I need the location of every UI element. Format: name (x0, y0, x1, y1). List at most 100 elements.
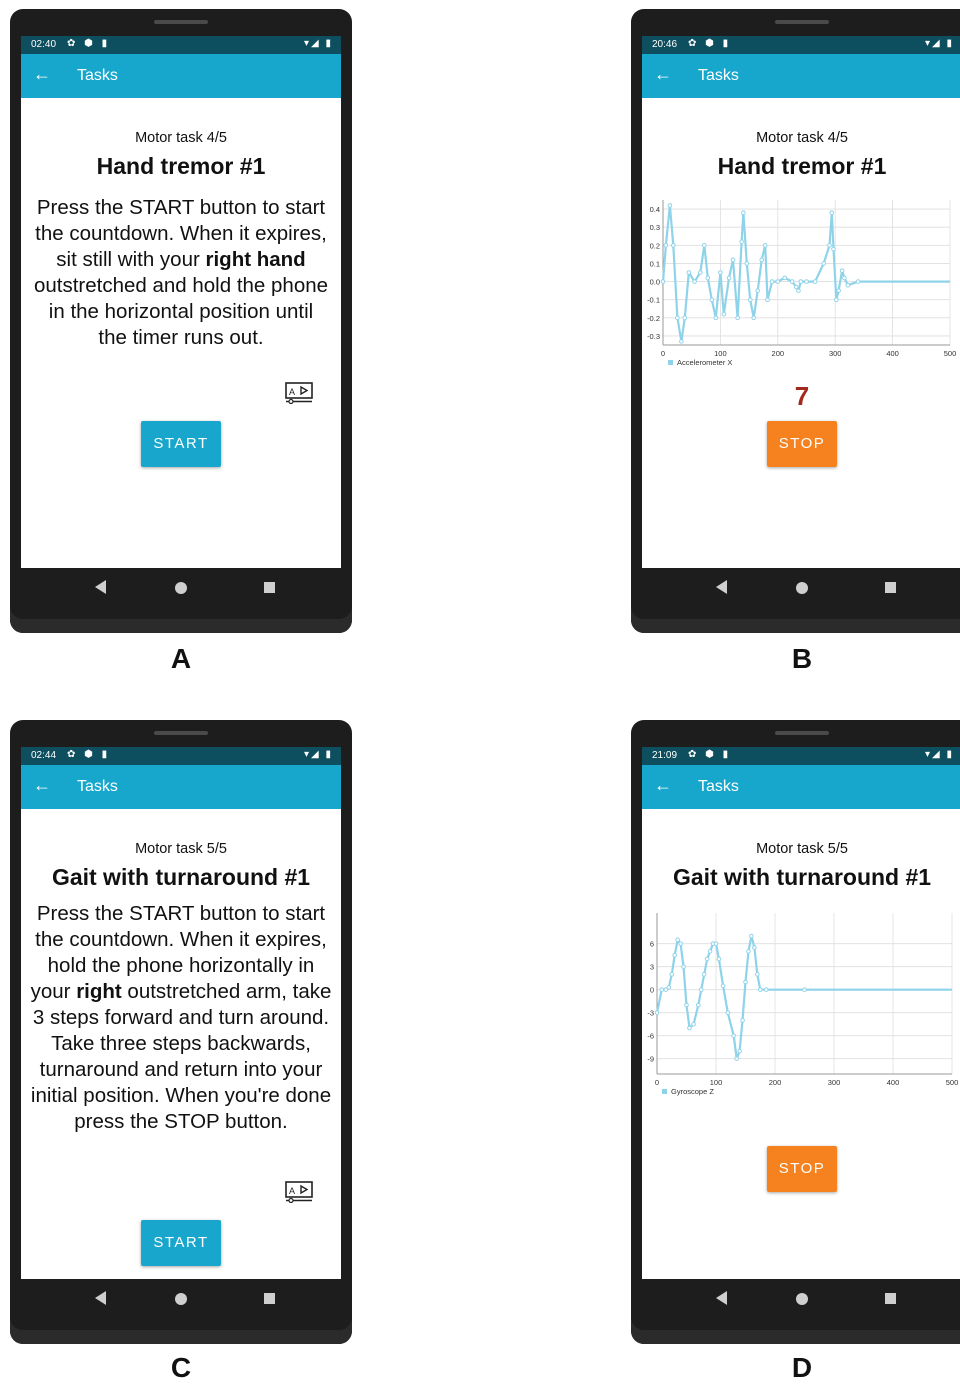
panel-b: 20:46 ✿ ⬢ ▮ ▾◢ ▮ ← Tasks Motor task 4/5 … (631, 9, 960, 689)
y-tick-label: -9 (647, 1055, 654, 1064)
data-point (751, 315, 756, 321)
app-title: Tasks (77, 778, 118, 795)
legend-label: Gyroscope Z (671, 1087, 714, 1096)
speaker-grille (154, 731, 208, 735)
x-tick-label: 400 (886, 349, 899, 358)
data-point (666, 985, 672, 990)
data-point (734, 1056, 739, 1061)
video-tutorial-icon[interactable]: A (285, 1181, 313, 1203)
arrow-left-icon[interactable]: ← (33, 64, 51, 85)
data-point (675, 315, 680, 321)
app-bar: ← Tasks (21, 765, 341, 809)
y-tick-label: 0 (650, 986, 654, 995)
status-bar: 20:46 ✿ ⬢ ▮ ▾◢ ▮ (642, 36, 960, 54)
y-tick-label: 0.1 (650, 259, 660, 268)
series-line (655, 934, 952, 1060)
data-point (821, 261, 827, 266)
data-point (755, 972, 760, 977)
data-point (691, 1021, 696, 1027)
phone-frame: 20:46 ✿ ⬢ ▮ ▾◢ ▮ ← Tasks Motor task 4/5 … (631, 9, 960, 633)
data-point (793, 284, 799, 290)
data-point (696, 1002, 701, 1008)
status-bar: 02:40 ✿ ⬢ ▮ ▾◢ ▮ (21, 36, 341, 54)
x-tick-label: 500 (944, 349, 957, 358)
phone-screen: 02:44 ✿ ⬢ ▮ ▾◢ ▮ ← Tasks Motor task 5/5 … (21, 747, 341, 1279)
task-content: Motor task 4/5 Hand tremor #1 0 100 200 300… (642, 98, 960, 568)
data-point (667, 203, 673, 208)
data-point (829, 210, 835, 215)
status-notification-icons: ✿ ⬢ ▮ (67, 749, 111, 760)
data-point (743, 979, 748, 985)
app-bar: ← Tasks (642, 54, 960, 98)
data-point (796, 288, 801, 293)
speaker-grille (154, 20, 208, 24)
data-point (721, 311, 727, 317)
panel-c: 02:44 ✿ ⬢ ▮ ▾◢ ▮ ← Tasks Motor task 5/5 … (10, 720, 354, 1400)
nav-back-icon[interactable] (95, 1291, 106, 1305)
task-instructions: Press the START button to start the coun… (30, 902, 332, 1133)
data-point (749, 933, 754, 939)
data-point (836, 288, 841, 293)
stop-button[interactable]: STOP (767, 1146, 837, 1192)
nav-back-icon[interactable] (716, 580, 727, 594)
nav-back-icon[interactable] (95, 580, 106, 594)
x-tick-label: 500 (946, 1078, 959, 1087)
video-tutorial-icon[interactable]: A (285, 382, 313, 404)
start-button[interactable]: START (141, 1220, 221, 1266)
data-point (834, 297, 839, 302)
data-point (671, 243, 676, 248)
status-bar: 02:44 ✿ ⬢ ▮ ▾◢ ▮ (21, 747, 341, 765)
phone-screen: 02:40 ✿ ⬢ ▮ ▾◢ ▮ ← Tasks Motor task 4/5 … (21, 36, 341, 568)
app-bar: ← Tasks (642, 765, 960, 809)
nav-home-icon[interactable] (175, 1293, 187, 1305)
data-point (762, 243, 768, 248)
task-content: Motor task 4/5 Hand tremor #1 Press the … (21, 98, 341, 568)
arrow-left-icon[interactable]: ← (33, 775, 51, 796)
stop-button[interactable]: STOP (767, 421, 837, 467)
status-notification-icons: ✿ ⬢ ▮ (688, 38, 732, 49)
task-title: Gait with turnaround #1 (672, 864, 932, 890)
data-point (682, 315, 688, 321)
start-button[interactable]: START (141, 421, 221, 467)
nav-recents-icon[interactable] (885, 1293, 896, 1304)
data-point (737, 1048, 742, 1054)
nav-bar (21, 1279, 341, 1319)
nav-recents-icon[interactable] (264, 582, 275, 593)
panel-label: A (170, 643, 192, 674)
nav-bar (642, 568, 960, 608)
data-point (713, 315, 719, 321)
nav-home-icon[interactable] (175, 582, 187, 594)
x-tick-label: 0 (655, 1078, 659, 1087)
data-point (752, 945, 757, 950)
data-point (718, 270, 723, 275)
data-point (730, 257, 736, 263)
data-point (831, 246, 836, 252)
y-tick-label: 0.0 (650, 278, 660, 287)
data-point (672, 952, 678, 958)
nav-home-icon[interactable] (796, 1293, 808, 1305)
arrow-left-icon[interactable]: ← (654, 64, 672, 85)
status-signal-battery-icons: ▾◢ ▮ (304, 749, 333, 760)
data-point (855, 279, 861, 284)
nav-recents-icon[interactable] (264, 1293, 275, 1304)
app-title: Tasks (698, 778, 739, 795)
nav-recents-icon[interactable] (885, 582, 896, 593)
data-point (702, 243, 707, 248)
data-point (765, 297, 770, 302)
data-point (686, 270, 692, 275)
app-title: Tasks (77, 67, 118, 84)
data-point (731, 1033, 736, 1038)
data-point (698, 270, 703, 275)
arrow-left-icon[interactable]: ← (654, 775, 672, 796)
task-content: Motor task 5/5 Gait with turnaround #1 0… (642, 809, 960, 1279)
panel-a: 02:40 ✿ ⬢ ▮ ▾◢ ▮ ← Tasks Motor task 4/5 … (10, 9, 354, 689)
status-notification-icons: ✿ ⬢ ▮ (67, 38, 111, 49)
speaker-grille (775, 20, 829, 24)
status-signal-battery-icons: ▾◢ ▮ (925, 749, 954, 760)
nav-back-icon[interactable] (716, 1291, 727, 1305)
data-point (707, 949, 713, 954)
data-point (705, 275, 711, 281)
data-point (845, 282, 851, 288)
nav-home-icon[interactable] (796, 582, 808, 594)
gyroscope-chart: 0 100 200 300 400 500 6 3 0 -3 -6 -9 Gyroscope Z (647, 913, 959, 1096)
